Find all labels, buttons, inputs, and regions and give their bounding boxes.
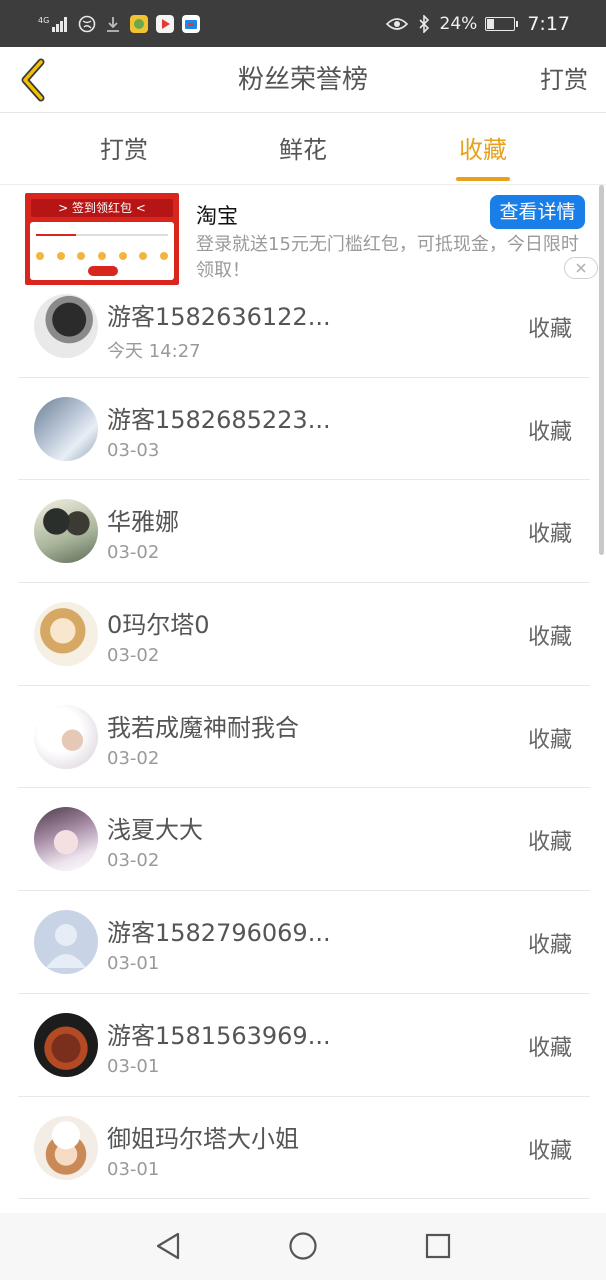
user-name: 游客1581563969... [107,1021,331,1050]
user-name: 御姐玛尔塔大小姐 [107,1124,299,1153]
store-icon [182,14,200,33]
tab-label: 打赏 [100,136,148,164]
list-item[interactable]: 0玛尔塔0 03-02 收藏 [18,583,590,686]
ad-brand: 淘宝 [196,204,238,228]
nav-home-icon [289,1232,317,1260]
item-date: 03-01 [107,1055,160,1077]
tab-favorites[interactable]: 收藏 [423,113,543,185]
action-label: 收藏 [527,727,572,753]
item-date: 03-02 [107,542,160,564]
action-label: 收藏 [527,830,572,856]
coin-icon [139,252,148,260]
avatar[interactable] [34,807,98,872]
back-button[interactable] [12,55,56,105]
app-icon [130,14,148,33]
item-date: 03-02 [107,747,160,769]
user-name: 游客1582796069... [107,919,331,948]
list-item[interactable]: 我若成魔神耐我合 03-02 收藏 [18,686,590,789]
list-item[interactable]: 浅夏大大 03-02 收藏 [18,788,590,892]
user-name: 0玛尔塔0 [107,611,210,640]
coin-icon [77,252,86,260]
default-avatar-icon [46,924,86,969]
avatar[interactable] [34,704,98,769]
coin-icon [97,252,106,260]
list-item[interactable]: 游客1582796069... 03-01 收藏 [18,891,590,994]
avatar[interactable] [34,910,98,975]
action-label: 收藏 [527,1035,572,1061]
ad-progress-fill [36,234,76,236]
action-label: 收藏 [527,1138,572,1164]
svg-text:4G: 4G [38,16,49,25]
signal-icon: 4G [38,15,70,33]
coin-icon [56,252,65,260]
user-name: 浅夏大大 [107,816,203,845]
avatar[interactable] [34,396,98,461]
ad-image-card [30,222,174,280]
battery-icon [485,16,519,31]
clock: 7:17 [527,12,570,35]
action-label: 收藏 [527,933,572,959]
action-label: 收藏 [527,317,572,342]
ad-view-details-button[interactable]: 查看详情 [490,195,585,229]
list-item[interactable]: 游客1582685223... 03-03 收藏 [18,378,590,481]
avatar[interactable] [34,294,98,358]
chevron-left-icon [21,58,45,102]
battery-percent: 24% [439,13,478,34]
eye-icon [385,15,408,33]
nav-recents-icon [425,1233,451,1259]
user-name: 游客1582685223... [107,405,331,434]
bluetooth-icon [416,14,432,33]
avatar[interactable] [34,602,98,667]
tab-active-indicator [456,177,510,181]
action-label: 收藏 [527,419,572,445]
page-title: 粉丝荣誉榜 [237,65,368,95]
ad-coin-row [36,252,168,260]
action-label: 收藏 [527,522,572,548]
system-nav-bar [0,1213,606,1280]
tab-bar: 打赏 鲜花 收藏 [0,113,606,185]
avatar[interactable] [34,499,98,564]
ad-image[interactable]: > 签到领红包 < [25,193,179,285]
tab-flowers[interactable]: 鲜花 [243,113,363,185]
title-bar: 粉丝荣誉榜 打赏 [0,47,606,113]
globe-icon [78,15,96,33]
download-icon [104,15,122,33]
ad-close-button[interactable] [564,257,598,279]
coin-icon [118,252,127,260]
coin-icon [36,252,44,260]
item-date: 03-02 [107,850,160,872]
user-name: 游客1582636122... [107,303,331,331]
coin-icon [159,252,168,260]
user-name: 我若成魔神耐我合 [107,713,299,742]
action-label: 收藏 [527,625,572,651]
avatar[interactable] [34,1115,98,1180]
ad-banner[interactable]: > 签到领红包 < 淘宝 查看详情 登录就送15元无门槛红包，可抵现金，今日限时… [0,185,606,288]
ad-image-banner: > 签到领红包 < [31,199,173,217]
nav-home-button[interactable] [278,1225,328,1267]
reward-button[interactable]: 打赏 [540,47,588,113]
list-item[interactable]: 华雅娜 03-02 收藏 [18,480,590,584]
scrollbar[interactable] [599,185,604,555]
list-item[interactable]: 御姐玛尔塔大小姐 03-01 收藏 [18,1097,590,1200]
item-date: 03-01 [107,1158,160,1180]
nav-recents-button[interactable] [413,1225,463,1267]
item-date: 03-02 [107,645,160,667]
favorites-list: 游客1582636122... 今天 14:27 收藏 游客1582685223… [18,275,590,1200]
status-bar: 4G 24% 7:17 [0,0,606,47]
video-icon [156,14,174,33]
item-date: 03-03 [107,439,160,461]
close-icon [576,263,586,273]
list-item[interactable]: 游客1582636122... 今天 14:27 收藏 [18,275,590,378]
list-item[interactable]: 游客1581563969... 03-01 收藏 [18,994,590,1097]
nav-back-icon [156,1232,180,1260]
tab-reward[interactable]: 打赏 [64,113,184,185]
user-name: 华雅娜 [107,508,179,537]
nav-back-button[interactable] [143,1225,193,1267]
item-date: 03-01 [107,953,160,975]
item-date: 今天 14:27 [107,341,201,362]
tab-label: 收藏 [459,136,507,164]
avatar[interactable] [34,1012,98,1077]
tab-label: 鲜花 [279,136,327,164]
